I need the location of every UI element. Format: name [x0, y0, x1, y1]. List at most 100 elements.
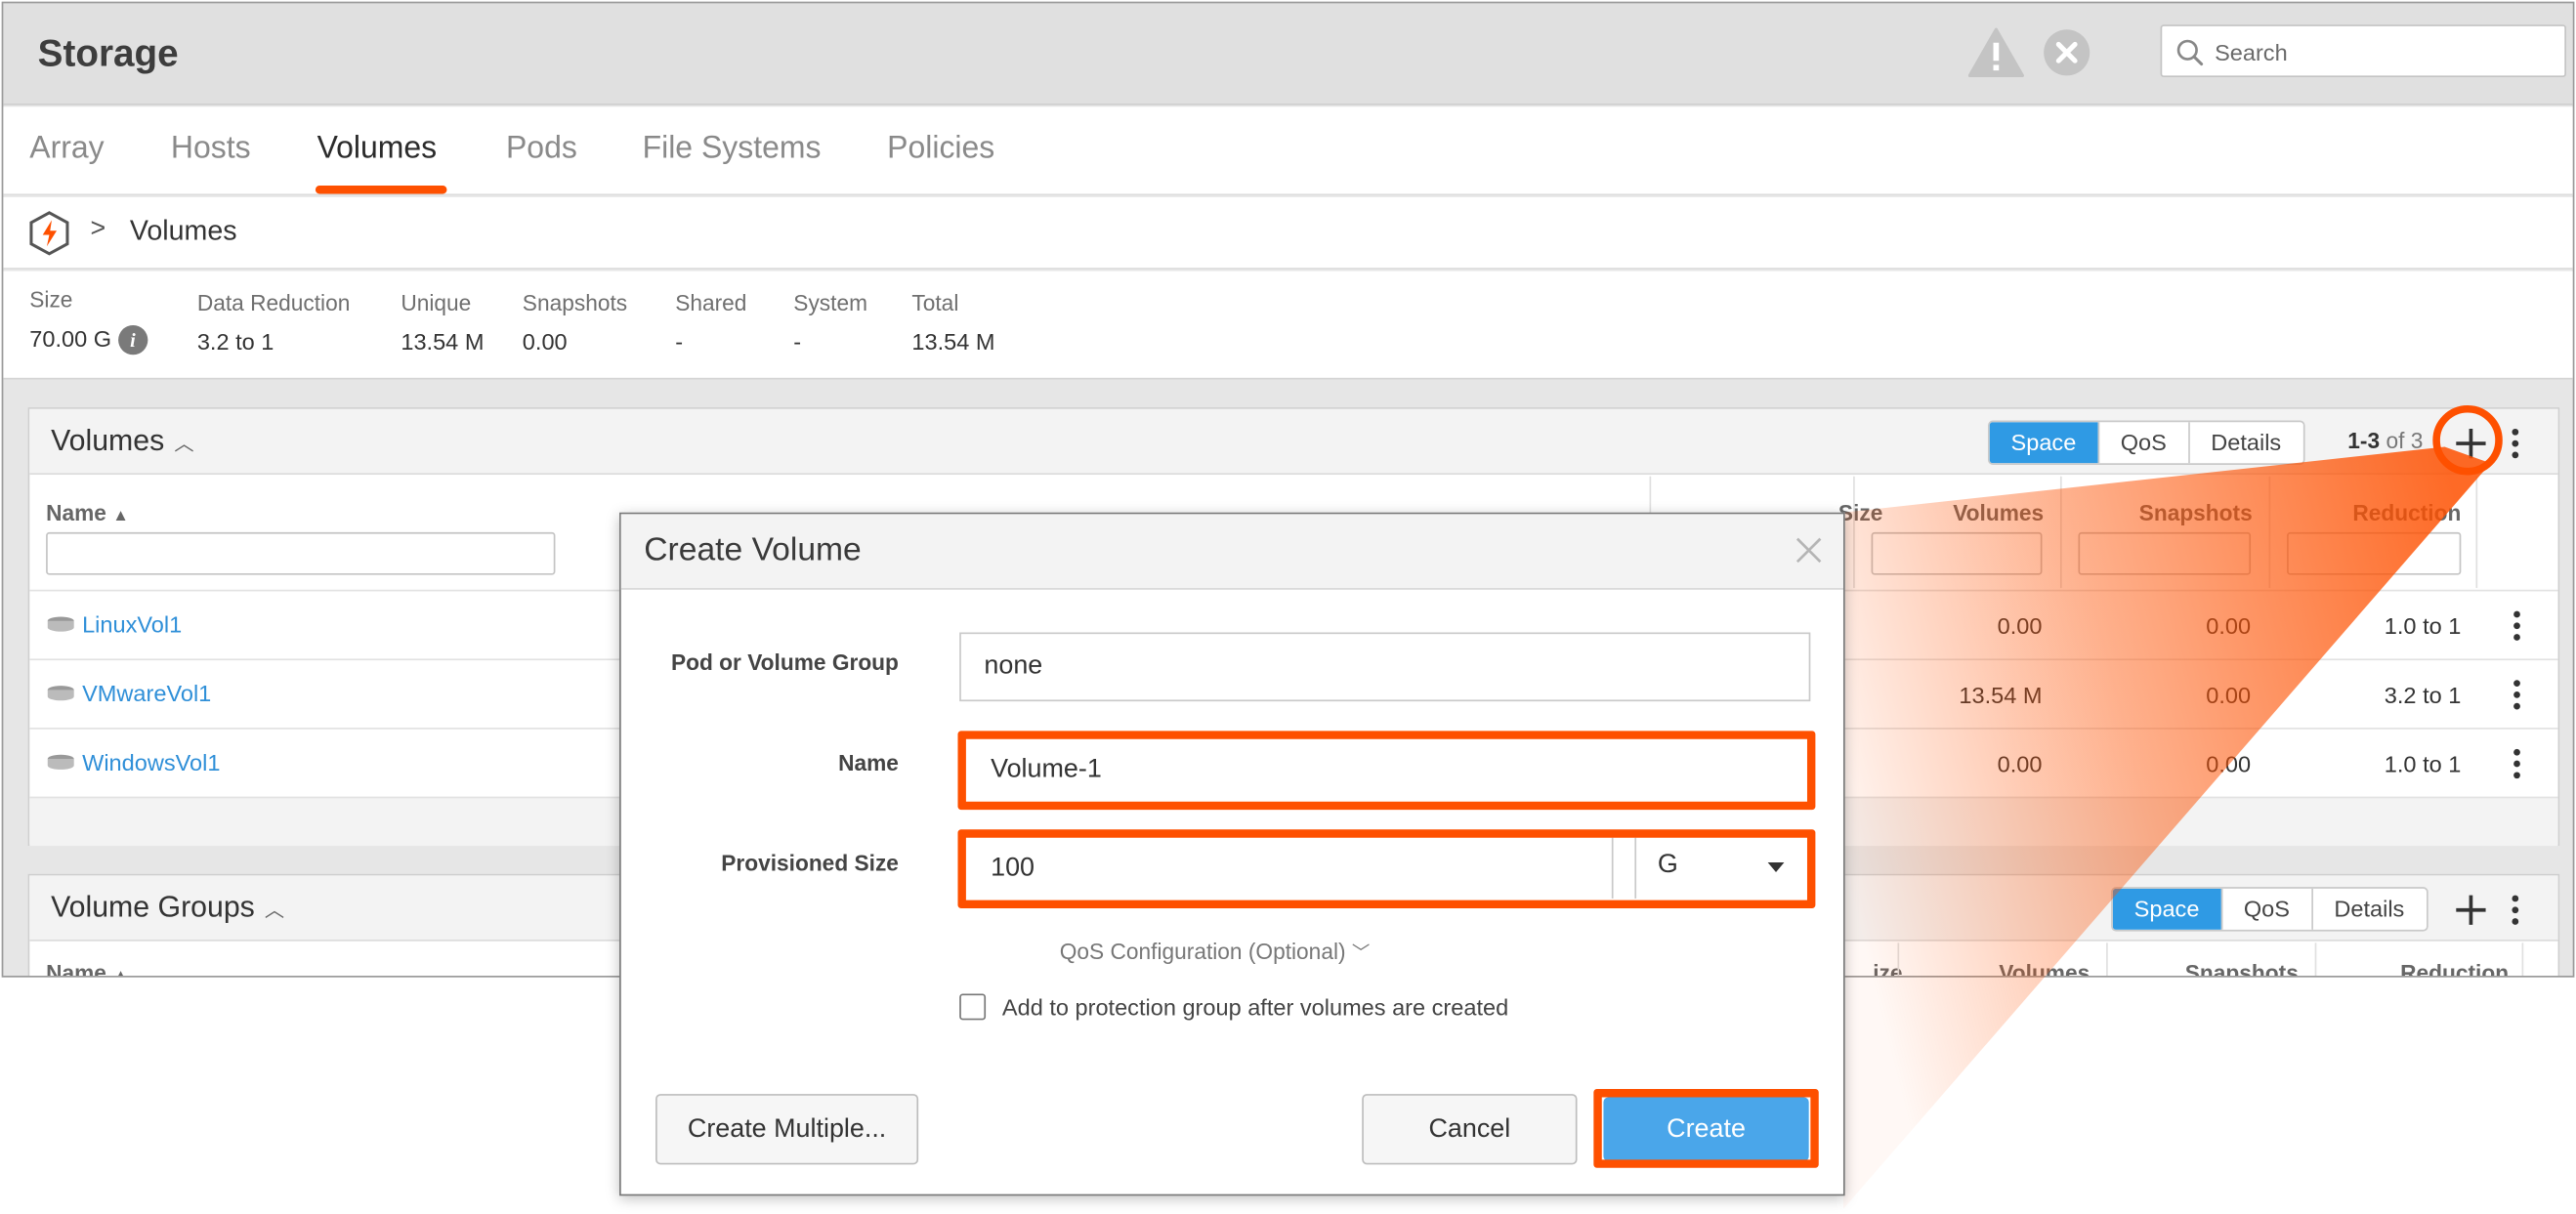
stat-value: 13.54 M — [911, 328, 995, 356]
create-multiple-button[interactable]: Create Multiple... — [655, 1094, 919, 1165]
col-volumes-header[interactable]: Volumes — [1935, 961, 2090, 976]
cell-reduction: 3.2 to 1 — [2384, 681, 2462, 708]
create-volume-dialog: Create Volume Pod or Volume Group Name P… — [619, 512, 1845, 1196]
row-menu-icon[interactable] — [2511, 610, 2523, 645]
cancel-button[interactable]: Cancel — [1362, 1094, 1578, 1165]
pod-field[interactable] — [959, 632, 1811, 702]
col-reduction-header[interactable]: Reduction — [2362, 961, 2509, 976]
volumes-panel-header: Volumes ︿ Space QoS Details 1-3 of 3 — [29, 408, 2558, 476]
panel-title[interactable]: Volumes ︿ — [51, 424, 193, 458]
name-highlight — [957, 731, 1816, 811]
sort-up-icon: ▲ — [112, 967, 129, 978]
add-volume-group-icon[interactable] — [2453, 892, 2489, 928]
cell-snapshots: 0.00 — [2206, 612, 2252, 640]
protection-group-label: Add to protection group after volumes ar… — [1001, 993, 1509, 1021]
stat-snapshots: Snapshots 0.00 — [523, 291, 627, 356]
reduction-filter-input[interactable] — [2287, 531, 2462, 575]
column-divider — [2521, 942, 2524, 976]
close-icon[interactable] — [1795, 535, 1824, 565]
chevron-up-icon: ︿ — [174, 432, 194, 455]
size-highlight — [957, 829, 1816, 909]
breadcrumb: > Volumes — [3, 196, 2573, 270]
view-qos[interactable]: QoS — [2220, 888, 2311, 930]
stat-size: Size 70.00 Gi — [29, 287, 148, 356]
dialog-title: Create Volume — [644, 531, 862, 568]
stat-label: System — [793, 290, 868, 315]
name-filter-input[interactable] — [46, 531, 556, 575]
volume-icon — [47, 616, 74, 632]
col-reduction-header[interactable]: Reduction — [2313, 501, 2461, 525]
volume-name-link[interactable]: LinuxVol1 — [82, 611, 182, 638]
column-divider — [1897, 942, 1900, 976]
volumes-filter-input[interactable] — [1871, 531, 2043, 575]
stat-system: System - — [793, 291, 867, 356]
volume-icon — [47, 686, 74, 701]
view-switcher: Space QoS Details — [1987, 420, 2304, 465]
search-input[interactable] — [2215, 32, 2552, 72]
title-bar: Storage — [3, 3, 2573, 105]
more-options-icon[interactable] — [2509, 895, 2521, 929]
more-options-icon[interactable] — [2509, 428, 2521, 462]
name-label: Name — [838, 750, 899, 775]
col-name-header[interactable]: Name ▲ — [46, 501, 129, 525]
stat-label: Total — [911, 290, 959, 315]
warning-icon[interactable] — [1967, 26, 2024, 79]
view-space[interactable]: Space — [2112, 888, 2221, 930]
column-divider — [2475, 476, 2478, 589]
info-icon[interactable]: i — [117, 325, 148, 356]
view-switcher: Space QoS Details — [2111, 887, 2428, 932]
volume-name-link[interactable]: VMwareVol1 — [82, 680, 211, 706]
row-menu-icon[interactable] — [2511, 680, 2523, 713]
dialog-header: Create Volume — [620, 514, 1843, 590]
tab-hosts[interactable]: Hosts — [171, 132, 251, 168]
tab-file-systems[interactable]: File Systems — [643, 132, 822, 168]
view-details[interactable]: Details — [2187, 422, 2302, 464]
cell-snapshots: 0.00 — [2206, 750, 2252, 777]
pod-input[interactable] — [960, 634, 1809, 700]
cell-volumes: 0.00 — [1997, 612, 2043, 640]
pod-label: Pod or Volume Group — [670, 649, 899, 676]
view-details[interactable]: Details — [2310, 888, 2426, 930]
column-divider — [2059, 476, 2062, 589]
tab-array[interactable]: Array — [29, 132, 104, 168]
stat-total: Total 13.54 M — [911, 291, 994, 356]
active-tab-indicator — [315, 186, 447, 194]
column-divider — [2106, 942, 2108, 976]
add-volume-icon[interactable] — [2453, 426, 2489, 462]
size-label: Provisioned Size — [721, 851, 899, 876]
tab-volumes[interactable]: Volumes — [317, 132, 438, 168]
chevron-up-icon: ︿ — [264, 898, 285, 922]
protection-group-checkbox[interactable] — [959, 993, 987, 1021]
stat-label: Unique — [401, 290, 472, 315]
chevron-down-icon: ﹀ — [1351, 944, 1371, 965]
view-qos[interactable]: QoS — [2097, 422, 2188, 464]
col-volumes-header[interactable]: Volumes — [1903, 501, 2044, 525]
col-snapshots-header[interactable]: Snapshots — [2099, 501, 2253, 525]
panel-title[interactable]: Volume Groups ︿ — [51, 891, 284, 925]
stat-value: - — [675, 328, 684, 356]
snapshots-filter-input[interactable] — [2078, 531, 2252, 575]
qos-config-toggle[interactable]: QoS Configuration (Optional) ﹀ — [1060, 940, 1371, 966]
search-icon — [2176, 39, 2204, 66]
col-name-header[interactable]: Name ▲ — [46, 961, 129, 978]
stat-shared: Shared - — [675, 291, 746, 356]
cell-volumes: 13.54 M — [1959, 681, 2043, 708]
row-menu-icon[interactable] — [2511, 748, 2523, 782]
column-divider — [1853, 476, 1855, 589]
cell-snapshots: 0.00 — [2206, 681, 2252, 708]
column-divider — [2268, 476, 2271, 589]
tab-pods[interactable]: Pods — [506, 132, 577, 168]
search-box[interactable] — [2160, 24, 2566, 78]
array-home-icon[interactable] — [28, 210, 71, 256]
tab-policies[interactable]: Policies — [887, 132, 994, 168]
stat-label: Data Reduction — [196, 290, 351, 315]
create-highlight — [1593, 1089, 1819, 1168]
cell-reduction: 1.0 to 1 — [2384, 612, 2462, 640]
volume-name-link[interactable]: WindowsVol1 — [82, 749, 220, 775]
breadcrumb-separator: > — [90, 215, 106, 243]
col-snapshots-header[interactable]: Snapshots — [2133, 961, 2299, 976]
stat-value: 13.54 M — [401, 328, 485, 356]
stat-data-reduction: Data Reduction 3.2 to 1 — [197, 291, 351, 356]
close-circle-icon[interactable] — [2042, 28, 2090, 77]
view-space[interactable]: Space — [1989, 422, 2098, 464]
